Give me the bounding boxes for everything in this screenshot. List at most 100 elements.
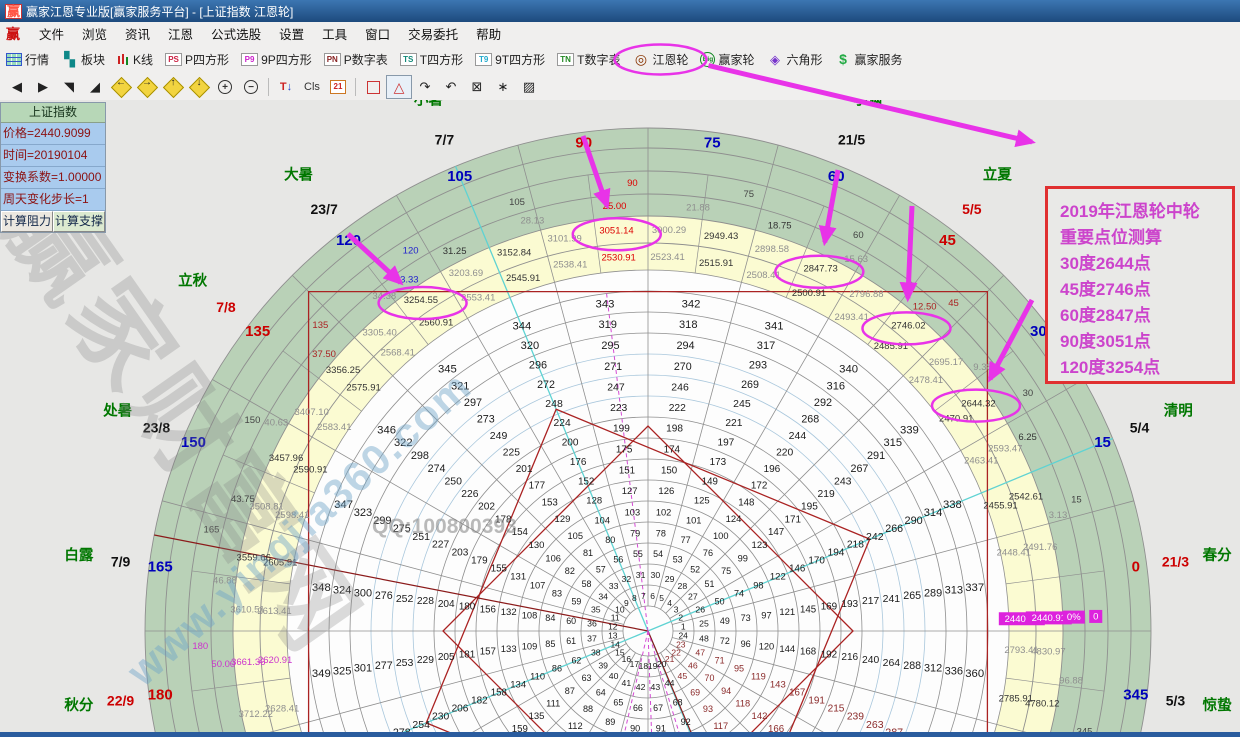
- svg-text:245: 245: [733, 398, 751, 410]
- toolbar-item-t-table[interactable]: TNT数字表: [551, 48, 626, 71]
- svg-text:2515.91: 2515.91: [699, 258, 733, 269]
- svg-text:小暑: 小暑: [414, 100, 443, 109]
- svg-text:221: 221: [725, 418, 742, 429]
- toolbar-item-9t-square[interactable]: T99T四方形: [469, 48, 551, 71]
- svg-text:15: 15: [1094, 434, 1111, 451]
- draw-tool-shift-up[interactable]: ↑: [160, 75, 186, 99]
- svg-text:51: 51: [705, 579, 715, 589]
- liujiaoxing-icon: ◈: [767, 52, 784, 67]
- svg-text:176: 176: [570, 457, 587, 468]
- svg-text:253: 253: [396, 657, 414, 669]
- svg-text:200: 200: [562, 437, 579, 448]
- draw-tool-calendar[interactable]: 21: [325, 75, 351, 99]
- svg-text:21/3: 21/3: [1162, 554, 1189, 570]
- svg-text:320: 320: [521, 340, 540, 352]
- toolbar-label: P四方形: [185, 51, 229, 68]
- toolbar-item-9p-square[interactable]: P99P四方形: [235, 48, 318, 71]
- svg-text:291: 291: [867, 450, 885, 462]
- svg-text:77: 77: [681, 535, 691, 545]
- draw-tool-nav-next[interactable]: ▶: [30, 75, 56, 99]
- draw-tool-triangle-tool[interactable]: △: [386, 75, 412, 99]
- svg-text:338: 338: [943, 499, 962, 511]
- draw-tool-t-down[interactable]: T↓: [273, 75, 299, 99]
- svg-text:90: 90: [575, 135, 592, 152]
- menu-资讯[interactable]: 资讯: [116, 22, 159, 45]
- toolbar-item-liujiaoxing[interactable]: ◈六角形: [761, 48, 829, 71]
- svg-text:313: 313: [945, 585, 964, 597]
- draw-tool-zoom-out[interactable]: −: [238, 75, 264, 99]
- svg-text:152: 152: [578, 476, 594, 487]
- menu-浏览[interactable]: 浏览: [73, 22, 116, 45]
- toolbar-item-p-table[interactable]: PNP数字表: [318, 48, 394, 71]
- app-icon: 赢: [5, 4, 22, 19]
- draw-tool-board[interactable]: ▨: [516, 75, 542, 99]
- menu-公式选股[interactable]: 公式选股: [202, 22, 270, 45]
- svg-text:62: 62: [571, 656, 581, 666]
- draw-tool-center-mark[interactable]: ∗: [490, 75, 516, 99]
- draw-tool-square-tool[interactable]: [360, 75, 386, 99]
- draw-tool-flip-up[interactable]: ◥: [56, 75, 82, 99]
- svg-text:2949.43: 2949.43: [704, 231, 738, 242]
- draw-tool-zoom-in[interactable]: +: [212, 75, 238, 99]
- center-mark-icon: ∗: [498, 79, 509, 95]
- svg-text:8: 8: [632, 593, 637, 603]
- svg-text:3203.69: 3203.69: [449, 268, 483, 279]
- toolbar-item-yingjialun[interactable]: Big赢家轮: [694, 48, 760, 71]
- draw-tool-flip-down[interactable]: ◢: [82, 75, 108, 99]
- svg-text:100: 100: [713, 531, 729, 541]
- svg-text:105: 105: [447, 168, 472, 185]
- toolbar-label: 板块: [81, 51, 105, 68]
- draw-tool-cls[interactable]: Cls: [299, 75, 325, 99]
- svg-text:64: 64: [596, 687, 606, 697]
- menu-窗口[interactable]: 窗口: [356, 22, 399, 45]
- calc-support-button[interactable]: 计算支撑: [53, 211, 105, 232]
- draw-tool-delete-box[interactable]: ⊠: [464, 75, 490, 99]
- svg-text:2575.91: 2575.91: [346, 383, 380, 394]
- menu-设置[interactable]: 设置: [270, 22, 313, 45]
- svg-text:50: 50: [715, 596, 725, 606]
- draw-tool-rotate-cw[interactable]: ↷: [412, 75, 438, 99]
- svg-text:89: 89: [605, 717, 615, 727]
- draw-tool-rotate-ccw[interactable]: ↶: [438, 75, 464, 99]
- svg-text:75: 75: [704, 135, 721, 152]
- draw-tool-shift-left[interactable]: ←: [108, 75, 134, 99]
- cls-icon: Cls: [304, 81, 320, 93]
- svg-text:0: 0: [1093, 611, 1098, 622]
- svg-text:135: 135: [529, 711, 545, 722]
- menu-交易委托[interactable]: 交易委托: [399, 22, 467, 45]
- draw-tool-shift-down[interactable]: ↓: [186, 75, 212, 99]
- toolbar-item-p-square[interactable]: PSP四方形: [159, 48, 235, 71]
- svg-text:5/5: 5/5: [962, 201, 982, 217]
- calc-resistance-button[interactable]: 计算阻力: [1, 211, 53, 232]
- svg-text:223: 223: [610, 403, 627, 414]
- calendar-icon: 21: [330, 80, 346, 94]
- svg-text:72: 72: [720, 636, 730, 646]
- svg-text:78: 78: [656, 528, 666, 538]
- toolbar-item-service[interactable]: $赢家服务: [829, 48, 909, 71]
- svg-text:142: 142: [752, 711, 768, 722]
- svg-text:267: 267: [851, 463, 869, 475]
- toolbar-item-t-square[interactable]: TST四方形: [394, 48, 469, 71]
- t-down-icon: T↓: [280, 81, 292, 93]
- draw-tool-nav-prev[interactable]: ◀: [4, 75, 30, 99]
- svg-text:61: 61: [566, 636, 576, 646]
- annotation-line-1: 重要点位测算: [1060, 225, 1232, 251]
- svg-text:63: 63: [582, 673, 592, 683]
- menu-帮助[interactable]: 帮助: [467, 22, 510, 45]
- svg-text:41: 41: [622, 678, 632, 688]
- menu-文件[interactable]: 文件: [30, 22, 73, 45]
- toolbar-item-hangqing[interactable]: 行情: [0, 48, 55, 71]
- menu-江恩[interactable]: 江恩: [159, 22, 202, 45]
- toolbar-item-kline[interactable]: K线: [111, 48, 159, 71]
- svg-text:2493.41: 2493.41: [835, 312, 869, 323]
- toolbar-item-bankuai[interactable]: ▚板块: [55, 48, 111, 71]
- watermark-qq: QQ:100800393: [372, 515, 517, 539]
- menu-工具[interactable]: 工具: [313, 22, 356, 45]
- zoom-out-icon: −: [244, 80, 258, 94]
- svg-text:37: 37: [587, 633, 597, 643]
- draw-tool-shift-right[interactable]: →: [134, 75, 160, 99]
- svg-text:35: 35: [591, 604, 601, 614]
- svg-text:95: 95: [734, 664, 744, 674]
- rotate-cw-icon: ↷: [420, 79, 431, 95]
- toolbar-item-jiangenlun[interactable]: ◎江恩轮: [626, 48, 694, 71]
